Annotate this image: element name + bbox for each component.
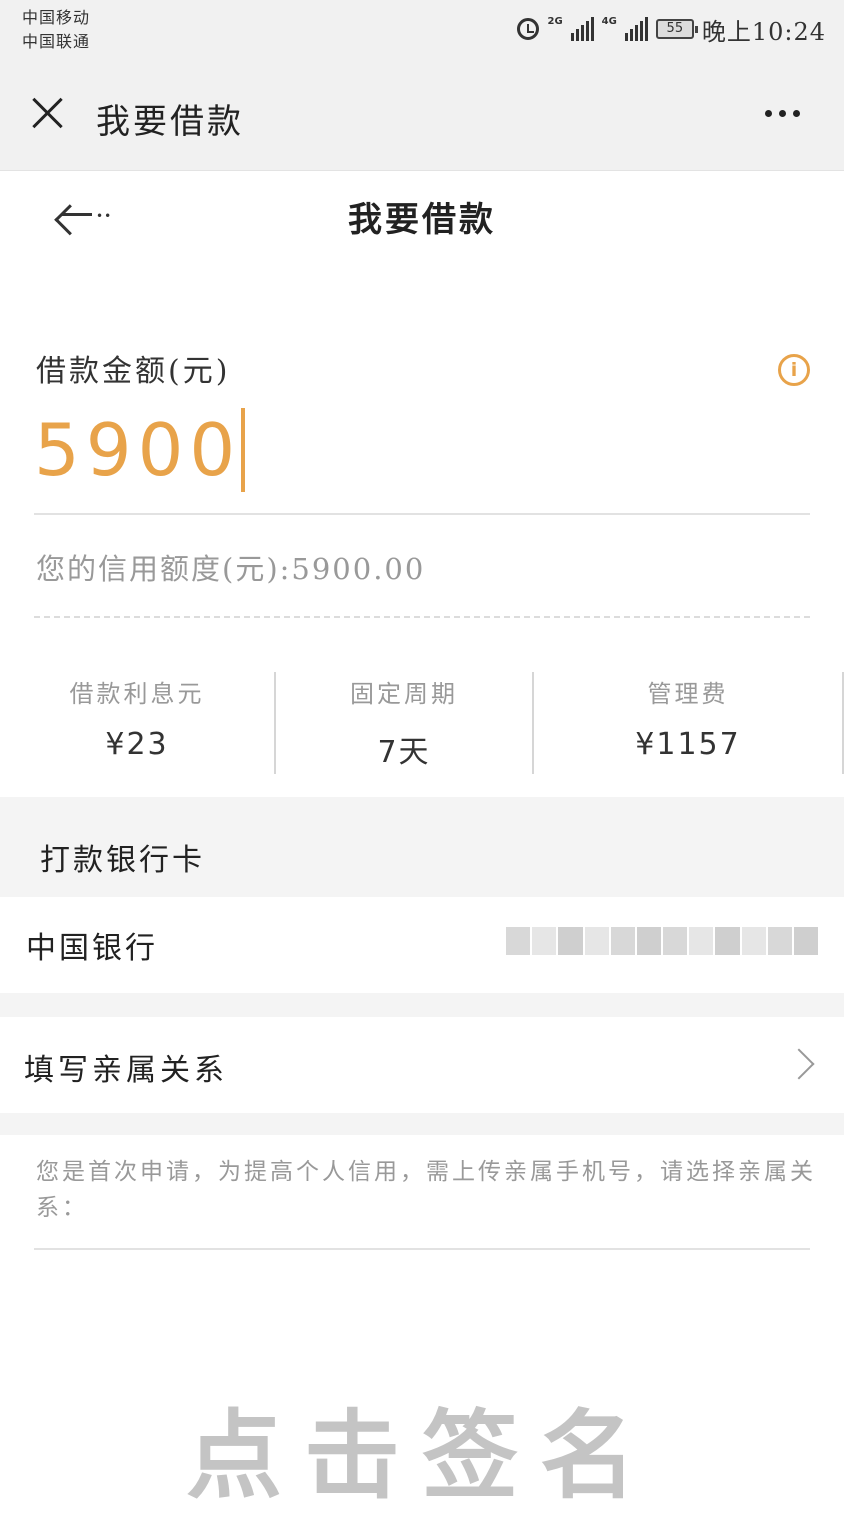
loan-stats: 借款利息元 ¥23 固定周期 7天 管理费 ¥1157 (0, 672, 844, 774)
app-bar: 我要借款 (0, 70, 844, 171)
carrier-info: 中国移动 中国联通 (22, 6, 90, 54)
credit-limit-text: 您的信用额度(元):5900.00 (36, 552, 426, 586)
page-title: 我要借款 (348, 200, 496, 240)
divider (34, 1248, 810, 1250)
network-type-1: 2G (547, 15, 563, 27)
close-icon[interactable] (30, 95, 64, 129)
carrier-1: 中国移动 (22, 8, 91, 27)
battery-icon: 55 (655, 19, 698, 39)
info-icon[interactable]: i (778, 354, 810, 386)
alarm-icon (517, 18, 540, 40)
status-icons: 2G 4G 55 晚上10:24 (517, 12, 826, 46)
stat-label: 固定周期 (350, 680, 458, 708)
network-type-2: 4G (601, 15, 617, 27)
app-bar-title: 我要借款 (96, 102, 244, 142)
stat-label: 借款利息元 (69, 680, 205, 708)
bank-card-row[interactable]: 中国银行 (0, 897, 844, 993)
divider (34, 513, 810, 515)
chevron-right-icon (783, 1048, 815, 1080)
section-title: 打款银行卡 (40, 843, 205, 878)
section-gap (0, 993, 844, 1017)
clock: 晚上10:24 (701, 17, 826, 46)
bank-name: 中国银行 (26, 931, 158, 966)
stat-fee: 管理费 ¥1157 (534, 672, 844, 774)
amount-input[interactable]: 5900 (34, 404, 634, 496)
relative-label: 填写亲属关系 (24, 1053, 228, 1088)
notice-text: 您是首次申请，为提高个人信用，需上传亲属手机号，请选择亲属关系： (36, 1159, 816, 1221)
stat-value: 7天 (377, 735, 431, 770)
carrier-2: 中国联通 (22, 32, 91, 51)
stat-value: ¥1157 (635, 727, 741, 762)
stat-label: 管理费 (647, 680, 729, 708)
text-cursor (241, 408, 246, 492)
bank-section-header: 打款银行卡 (0, 797, 844, 897)
stat-interest: 借款利息元 ¥23 (0, 672, 276, 774)
stat-value: ¥23 (105, 727, 169, 762)
stat-period: 固定周期 7天 (276, 672, 534, 774)
signal-icon (570, 17, 594, 41)
relative-relation-row[interactable]: 填写亲属关系 (0, 1017, 844, 1113)
amount-label: 借款金额(元) (36, 354, 231, 389)
masked-card-number (506, 927, 819, 955)
signal-icon (624, 17, 648, 41)
section-gap (0, 1113, 844, 1135)
more-options-icon[interactable] (765, 110, 800, 117)
dashed-divider (34, 616, 810, 618)
amount-value: 5900 (34, 408, 242, 492)
sign-button[interactable]: 点击签名 (0, 1378, 844, 1517)
status-bar: 中国移动 中国联通 2G 4G 55 晚上10:24 (0, 0, 844, 70)
